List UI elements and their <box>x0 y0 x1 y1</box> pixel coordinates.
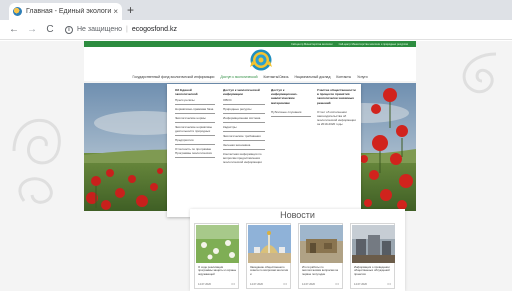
browser-toolbar: ← → C i Не защищено | ecogosfond.kz <box>0 20 512 40</box>
menu-item[interactable]: Предприятия <box>175 136 215 146</box>
address-bar[interactable]: i Не защищено | ecogosfond.kz <box>65 23 177 37</box>
browser-tab[interactable]: Главная - Единый экологиче... × <box>9 3 122 20</box>
news-card[interactable]: Информация о проведении общественных обс… <box>350 223 395 289</box>
news-card-text[interactable]: Заседание общественного совета по вопрос… <box>250 266 290 280</box>
web-page: Call-центр Министерства экологии Call-це… <box>0 41 512 291</box>
url-text[interactable]: ecogosfond.kz <box>132 26 177 33</box>
kazakhstan-emblem-icon[interactable] <box>250 49 272 71</box>
nav-item[interactable]: Контакты/Связь <box>264 75 289 79</box>
menu-item[interactable]: ОВОС <box>223 96 265 106</box>
menu-item[interactable]: Пресс-релизы <box>175 96 215 106</box>
menu-item[interactable]: Отчетность по программе Программы эколог… <box>175 145 215 159</box>
news-card-text[interactable]: Информация о проведении общественных обс… <box>354 266 394 280</box>
security-status: Не защищено <box>77 26 122 33</box>
menu-column-heading: Об Единой экологической <box>175 88 198 97</box>
menu-item[interactable]: Контактная информация по вопросам предос… <box>223 150 265 166</box>
menu-column-1: Об Единой экологической Пресс-релизы Нор… <box>175 88 215 159</box>
nav-item[interactable]: Контакты <box>336 75 351 79</box>
top-link[interactable]: Call-центр Министерства экологии <box>291 43 333 46</box>
menu-item[interactable]: Зеленая экономика <box>223 141 265 151</box>
plus-icon[interactable]: + <box>127 4 134 16</box>
news-card-stats: 0 0 <box>387 283 391 286</box>
menu-item[interactable]: Экологические требования <box>223 132 265 142</box>
news-card[interactable]: О ходе реализации программы защиты и охр… <box>194 223 239 289</box>
ornament-right-icon <box>462 52 497 94</box>
menu-column-heading: Доступ к информационно-аналитическим мат… <box>271 88 298 105</box>
news-card-stats: 0 0 <box>335 283 339 286</box>
nav-item[interactable]: Национальный доклад <box>294 75 330 79</box>
news-card-stats: 0 0 <box>283 283 287 286</box>
menu-item[interactable]: Экологические нормы <box>175 114 215 124</box>
forward-arrow-icon[interactable]: → <box>25 24 39 35</box>
ornament-left-icon <box>12 118 61 204</box>
nav-item[interactable]: Государственный фонд экологической инфор… <box>132 75 214 79</box>
news-card-image[interactable] <box>352 225 395 263</box>
news-card-stats: 0 0 <box>231 283 235 286</box>
news-heading: Новости <box>280 210 315 220</box>
menu-item[interactable]: Информационная система <box>223 114 265 124</box>
news-card[interactable]: Итоги работы по экологическим вопросам з… <box>298 223 343 289</box>
menu-item[interactable]: Нормативно-правовая база <box>175 105 215 115</box>
news-card-date: 14.07.2020 <box>354 283 367 286</box>
news-card-date: 14.07.2020 <box>302 283 315 286</box>
menu-item[interactable]: Экологические нормативы деятельности при… <box>175 123 215 137</box>
menu-column-heading: Участие общественности в процессе принят… <box>317 88 356 105</box>
news-card-image[interactable] <box>196 225 239 263</box>
menu-column-3: Доступ к информационно-аналитическим мат… <box>271 88 311 117</box>
tab-title: Главная - Единый экологиче... <box>26 8 112 15</box>
news-card-image[interactable] <box>248 225 291 263</box>
news-card-text[interactable]: Итоги работы по экологическим вопросам з… <box>302 266 342 280</box>
menu-column-2: Доступ к экологической информации ОВОС П… <box>223 88 265 166</box>
top-link[interactable]: Call-центр Министерства экологии и приро… <box>339 43 408 46</box>
news-card-text[interactable]: О ходе реализации программы защиты и охр… <box>198 266 238 280</box>
menu-column-heading: Доступ к экологической информации <box>223 88 260 97</box>
news-card-image[interactable] <box>300 225 343 263</box>
menu-item[interactable]: Природные ресурсы <box>223 105 265 115</box>
info-icon[interactable]: i <box>65 25 73 34</box>
news-card-date: 14.07.2020 <box>250 283 263 286</box>
news-card[interactable]: Заседание общественного совета по вопрос… <box>246 223 291 289</box>
menu-item[interactable]: Кадастры <box>223 123 265 133</box>
menu-item[interactable]: Отчет об исполнении законодательства об … <box>317 108 357 128</box>
news-card-date: 14.07.2020 <box>198 283 211 286</box>
browser-tab-bar: Главная - Единый экологиче... × + <box>0 0 512 20</box>
nav-item-active[interactable]: Доступ к экологической <box>220 75 257 79</box>
news-section: Новости О ходе реализации программы защи… <box>190 209 405 291</box>
main-navigation: Государственный фонд экологической инфор… <box>84 73 416 81</box>
url-separator: | <box>126 26 128 33</box>
reload-icon[interactable]: C <box>43 24 57 35</box>
site-favicon-icon <box>13 7 22 16</box>
menu-item[interactable]: Публичные слушания <box>271 108 311 117</box>
menu-column-4: Участие общественности в процессе принят… <box>317 88 357 128</box>
nav-item[interactable]: Услуги <box>357 75 367 79</box>
close-icon[interactable]: × <box>113 7 118 16</box>
back-arrow-icon[interactable]: ← <box>7 24 21 35</box>
dropdown-mega-menu: Об Единой экологической Пресс-релизы Нор… <box>167 84 361 217</box>
